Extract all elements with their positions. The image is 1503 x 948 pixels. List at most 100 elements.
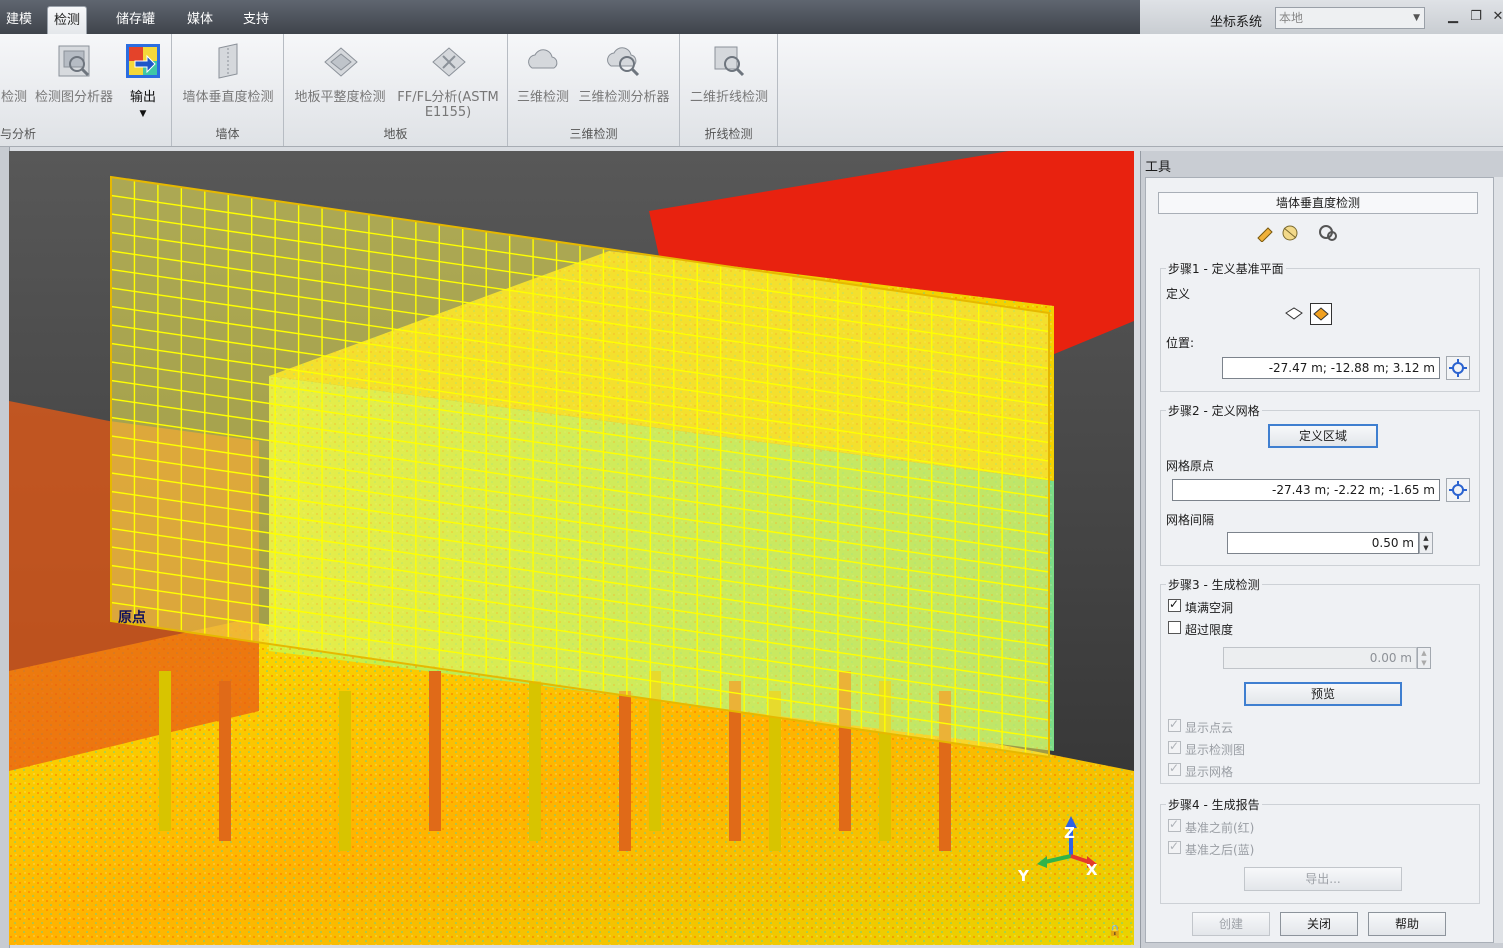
before-ref-checkbox[interactable] — [1168, 817, 1181, 832]
pick-position-button[interactable] — [1446, 356, 1470, 380]
ff-fl-label-line1: FF/FL分析(ASTM — [397, 90, 499, 105]
minimize-icon[interactable]: ▁ — [1443, 8, 1463, 26]
ff-fl-label-line2: E1155) — [424, 105, 472, 120]
restore-icon[interactable]: ❐ — [1466, 8, 1486, 26]
exceed-limit-checkbox[interactable] — [1168, 621, 1181, 634]
support-pillar — [219, 681, 231, 841]
grid-origin-field[interactable]: -27.43 m; -2.22 m; -1.65 m — [1172, 479, 1440, 501]
show-grid-label: 显示网格 — [1185, 765, 1234, 779]
preview-button[interactable]: 预览 — [1244, 682, 1402, 706]
export-button[interactable]: 输出 ▼ — [122, 42, 164, 122]
group-label-polyline: 折线检测 — [704, 127, 753, 141]
position-field[interactable]: -27.47 m; -12.88 m; 3.12 m — [1222, 357, 1440, 379]
define-area-button[interactable]: 定义区域 — [1268, 424, 1378, 448]
after-ref-label: 基准之后(蓝) — [1185, 843, 1255, 857]
3d-inspection-button[interactable]: 三维检测 — [512, 42, 574, 105]
close-button[interactable]: 关闭 — [1280, 912, 1358, 936]
cloud-icon — [524, 42, 562, 80]
fill-holes-checkbox[interactable] — [1168, 597, 1181, 612]
floor-icon — [321, 42, 359, 80]
exceed-limit-label: 超过限度 — [1185, 623, 1234, 637]
3d-analyzer-label: 三维检测分析器 — [578, 90, 670, 105]
group-label-3d: 三维检测 — [569, 127, 618, 141]
inspect-label: 检测 — [0, 90, 27, 105]
pick-grid-origin-button[interactable] — [1446, 478, 1470, 502]
tab-modeling[interactable]: 建模 — [0, 8, 38, 32]
close-icon[interactable]: ✕ — [1488, 8, 1503, 26]
erase-icon[interactable] — [1280, 224, 1300, 242]
inspection-map-analyzer-button[interactable]: 检测图分析器 — [30, 42, 118, 105]
plane-icon[interactable] — [1284, 305, 1304, 323]
point-cloud-scene — [9, 151, 1134, 945]
floor-flatness-button[interactable]: 地板平整度检测 — [290, 42, 390, 105]
tab-support[interactable]: 支持 — [237, 8, 275, 32]
export-icon — [124, 42, 162, 80]
2d-polyline-button[interactable]: 二维折线检测 — [684, 42, 774, 105]
help-button[interactable]: 帮助 — [1368, 912, 1446, 936]
step3-title: 步骤3 - 生成检测 — [1166, 576, 1262, 593]
panel-body: 墙体垂直度检测 步骤1 - 定义基准平面 定义 位置: -27.47 m; -1… — [1145, 177, 1494, 943]
ribbon-group-analysis: 检测 检测图分析器 输出 ▼ 与分析 — [0, 34, 172, 146]
panel-scrollbar[interactable] — [1493, 177, 1503, 943]
limit-stepper[interactable]: ▲ ▼ — [1417, 647, 1431, 669]
axis-y-label: Y — [1018, 867, 1029, 885]
axis-x-label: X — [1086, 861, 1098, 879]
tab-storage-tank[interactable]: 储存罐 — [110, 8, 161, 32]
fill-holes-label: 填满空洞 — [1185, 601, 1234, 615]
before-ref-label: 基准之前(红) — [1185, 821, 1255, 835]
coord-system-value: 本地 — [1279, 11, 1304, 25]
panel-title: 工具 — [1145, 160, 1172, 175]
crosshair-icon — [1449, 359, 1467, 377]
support-pillar — [619, 691, 631, 851]
pick-plane-icon[interactable] — [1310, 303, 1332, 325]
floor-flatness-label: 地板平整度检测 — [294, 90, 386, 105]
grid-origin-label: 原点 — [118, 610, 146, 626]
position-label: 位置: — [1166, 336, 1195, 350]
3d-viewport[interactable]: 原点 Z Y X 🔒 — [9, 151, 1134, 945]
2d-polyline-label: 二维折线检测 — [689, 90, 768, 105]
ff-fl-analysis-button[interactable]: FF/FL分析(ASTM E1155) — [393, 42, 503, 120]
wall-plumbness-button[interactable]: 墙体垂直度检测 — [178, 42, 278, 105]
ribbon-group-wall: 墙体垂直度检测 墙体 — [172, 34, 284, 146]
coord-system-label: 坐标系统 — [1210, 15, 1263, 30]
step1-title: 步骤1 - 定义基准平面 — [1166, 260, 1286, 277]
3d-inspection-label: 三维检测 — [516, 90, 569, 105]
lock-icon[interactable]: 🔒 — [1108, 924, 1124, 940]
inspect-icon — [0, 42, 28, 80]
grid-spacing-stepper[interactable]: ▲ ▼ — [1419, 532, 1433, 554]
coord-system-select[interactable]: 本地 ▼ — [1275, 7, 1425, 29]
export-report-button[interactable]: 导出... — [1244, 867, 1402, 891]
support-pillar — [429, 671, 441, 831]
ribbon-group-3d: 三维检测 三维检测分析器 三维检测 — [508, 34, 680, 146]
pencil-icon[interactable] — [1256, 224, 1276, 243]
3d-inspection-analyzer-button[interactable]: 三维检测分析器 — [574, 42, 674, 105]
tool-name-header: 墙体垂直度检测 — [1158, 192, 1478, 214]
show-cloud-label: 显示点云 — [1185, 721, 1234, 735]
grid-spacing-label: 网格间隔 — [1166, 513, 1215, 527]
crosshair-icon — [1449, 481, 1467, 499]
inspect-button[interactable]: 检测 — [0, 42, 28, 105]
export-label: 输出 — [129, 90, 156, 105]
tab-bar: 建模 检测 储存罐 媒体 支持 坐标系统 本地 ▼ ▁ ❐ ✕ — [0, 0, 1503, 35]
map-analyzer-label: 检测图分析器 — [34, 90, 113, 105]
limit-field[interactable]: 0.00 m — [1223, 647, 1417, 669]
tab-media[interactable]: 媒体 — [181, 8, 219, 32]
dropdown-arrow-icon: ▼ — [139, 109, 147, 119]
3d-analyzer-icon — [605, 42, 643, 80]
wall-icon — [209, 42, 247, 80]
support-pillar — [159, 671, 171, 831]
show-map-label: 显示检测图 — [1185, 743, 1246, 757]
show-grid-checkbox[interactable] — [1168, 761, 1181, 776]
after-ref-checkbox[interactable] — [1168, 839, 1181, 854]
ribbon-group-floor: 地板平整度检测 FF/FL分析(ASTM E1155) 地板 — [284, 34, 508, 146]
group-label-analysis: 与分析 — [0, 127, 37, 141]
tab-inspection[interactable]: 检测 — [47, 6, 88, 35]
show-cloud-checkbox[interactable] — [1168, 717, 1181, 732]
settings-icon[interactable] — [1318, 224, 1338, 242]
axis-z-label: Z — [1064, 824, 1075, 842]
grid-origin-label: 网格原点 — [1166, 459, 1215, 473]
tools-panel: 工具 墙体垂直度检测 步骤1 - 定义基准平面 定义 位置: -27.47 m;… — [1140, 151, 1503, 948]
grid-spacing-field[interactable]: 0.50 m — [1227, 532, 1419, 554]
create-button[interactable]: 创建 — [1192, 912, 1270, 936]
show-map-checkbox[interactable] — [1168, 739, 1181, 754]
